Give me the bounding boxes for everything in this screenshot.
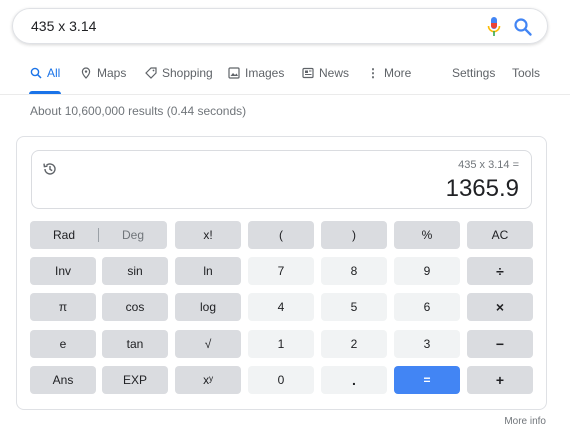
digit-1-button[interactable]: 1 — [248, 330, 314, 358]
search-icon — [30, 67, 42, 79]
digit-9-button[interactable]: 9 — [394, 257, 460, 285]
tab-more[interactable]: ⋮ More — [367, 66, 411, 94]
map-pin-icon — [81, 67, 91, 79]
tab-maps[interactable]: Maps — [80, 66, 126, 94]
digit-7-button[interactable]: 7 — [248, 257, 314, 285]
plus-button[interactable]: + — [467, 366, 533, 394]
tab-label: Shopping — [162, 66, 213, 80]
tab-images[interactable]: Images — [228, 66, 284, 94]
image-icon — [228, 67, 240, 79]
search-tabs: All Maps Shopping Images News ⋮ More Set… — [0, 56, 570, 95]
inverse-button[interactable]: Inv — [30, 257, 96, 285]
log-button[interactable]: log — [175, 293, 241, 321]
digit-5-button[interactable]: 5 — [321, 293, 387, 321]
calculator-result: 1365.9 — [445, 175, 519, 202]
equals-button[interactable]: = — [394, 366, 460, 394]
tab-label: News — [319, 66, 350, 80]
digit-3-button[interactable]: 3 — [394, 330, 460, 358]
microphone-icon[interactable] — [487, 17, 501, 37]
factorial-button[interactable]: x! — [175, 221, 241, 249]
tab-label: Settings — [452, 66, 496, 80]
digit-0-button[interactable]: 0 — [248, 366, 314, 394]
calculator-expression: 435 x 3.14 = — [458, 159, 519, 171]
tab-shopping[interactable]: Shopping — [145, 66, 213, 94]
result-stats: About 10,600,000 results (0.44 seconds) — [30, 104, 247, 118]
all-clear-button[interactable]: AC — [467, 221, 533, 249]
digit-6-button[interactable]: 6 — [394, 293, 460, 321]
percent-button[interactable]: % — [394, 221, 460, 249]
tab-label: Tools — [512, 66, 541, 80]
tag-icon — [145, 67, 157, 79]
cos-button[interactable]: cos — [102, 293, 168, 321]
rad-deg-toggle[interactable]: Rad Deg — [30, 221, 167, 249]
rad-mode-button[interactable]: Rad — [30, 228, 98, 242]
tab-label: More — [384, 66, 412, 80]
multiply-button[interactable]: × — [467, 293, 533, 321]
digit-8-button[interactable]: 8 — [321, 257, 387, 285]
deg-mode-button[interactable]: Deg — [99, 228, 167, 242]
tab-tools[interactable]: Tools — [512, 66, 540, 94]
sqrt-button[interactable]: √ — [175, 330, 241, 358]
open-paren-button[interactable]: ( — [248, 221, 314, 249]
newspaper-icon — [302, 67, 314, 79]
power-button[interactable]: xʸ — [175, 366, 241, 394]
ln-button[interactable]: ln — [175, 257, 241, 285]
search-box[interactable]: 435 x 3.14 — [12, 8, 548, 44]
calculator-display: 435 x 3.14 = 1365.9 — [31, 150, 532, 209]
more-vert-icon: ⋮ — [367, 66, 379, 80]
digit-4-button[interactable]: 4 — [248, 293, 314, 321]
search-icon[interactable] — [513, 17, 533, 37]
search-query[interactable]: 435 x 3.14 — [31, 9, 96, 43]
minus-button[interactable]: − — [467, 330, 533, 358]
tab-label: Maps — [97, 66, 127, 80]
close-paren-button[interactable]: ) — [321, 221, 387, 249]
answer-button[interactable]: Ans — [30, 366, 96, 394]
decimal-button[interactable]: . — [321, 366, 387, 394]
euler-button[interactable]: e — [30, 330, 96, 358]
tab-label: Images — [245, 66, 285, 80]
tab-all[interactable]: All — [28, 66, 62, 94]
pi-button[interactable]: π — [30, 293, 96, 321]
tab-settings[interactable]: Settings — [452, 66, 495, 94]
sin-button[interactable]: sin — [102, 257, 168, 285]
history-icon[interactable] — [42, 161, 58, 177]
tab-news[interactable]: News — [302, 66, 349, 94]
exp-button[interactable]: EXP — [102, 366, 168, 394]
more-info-link[interactable]: More info — [504, 416, 546, 427]
digit-2-button[interactable]: 2 — [321, 330, 387, 358]
tab-label: All — [47, 66, 61, 80]
tan-button[interactable]: tan — [102, 330, 168, 358]
divide-button[interactable]: ÷ — [467, 257, 533, 285]
